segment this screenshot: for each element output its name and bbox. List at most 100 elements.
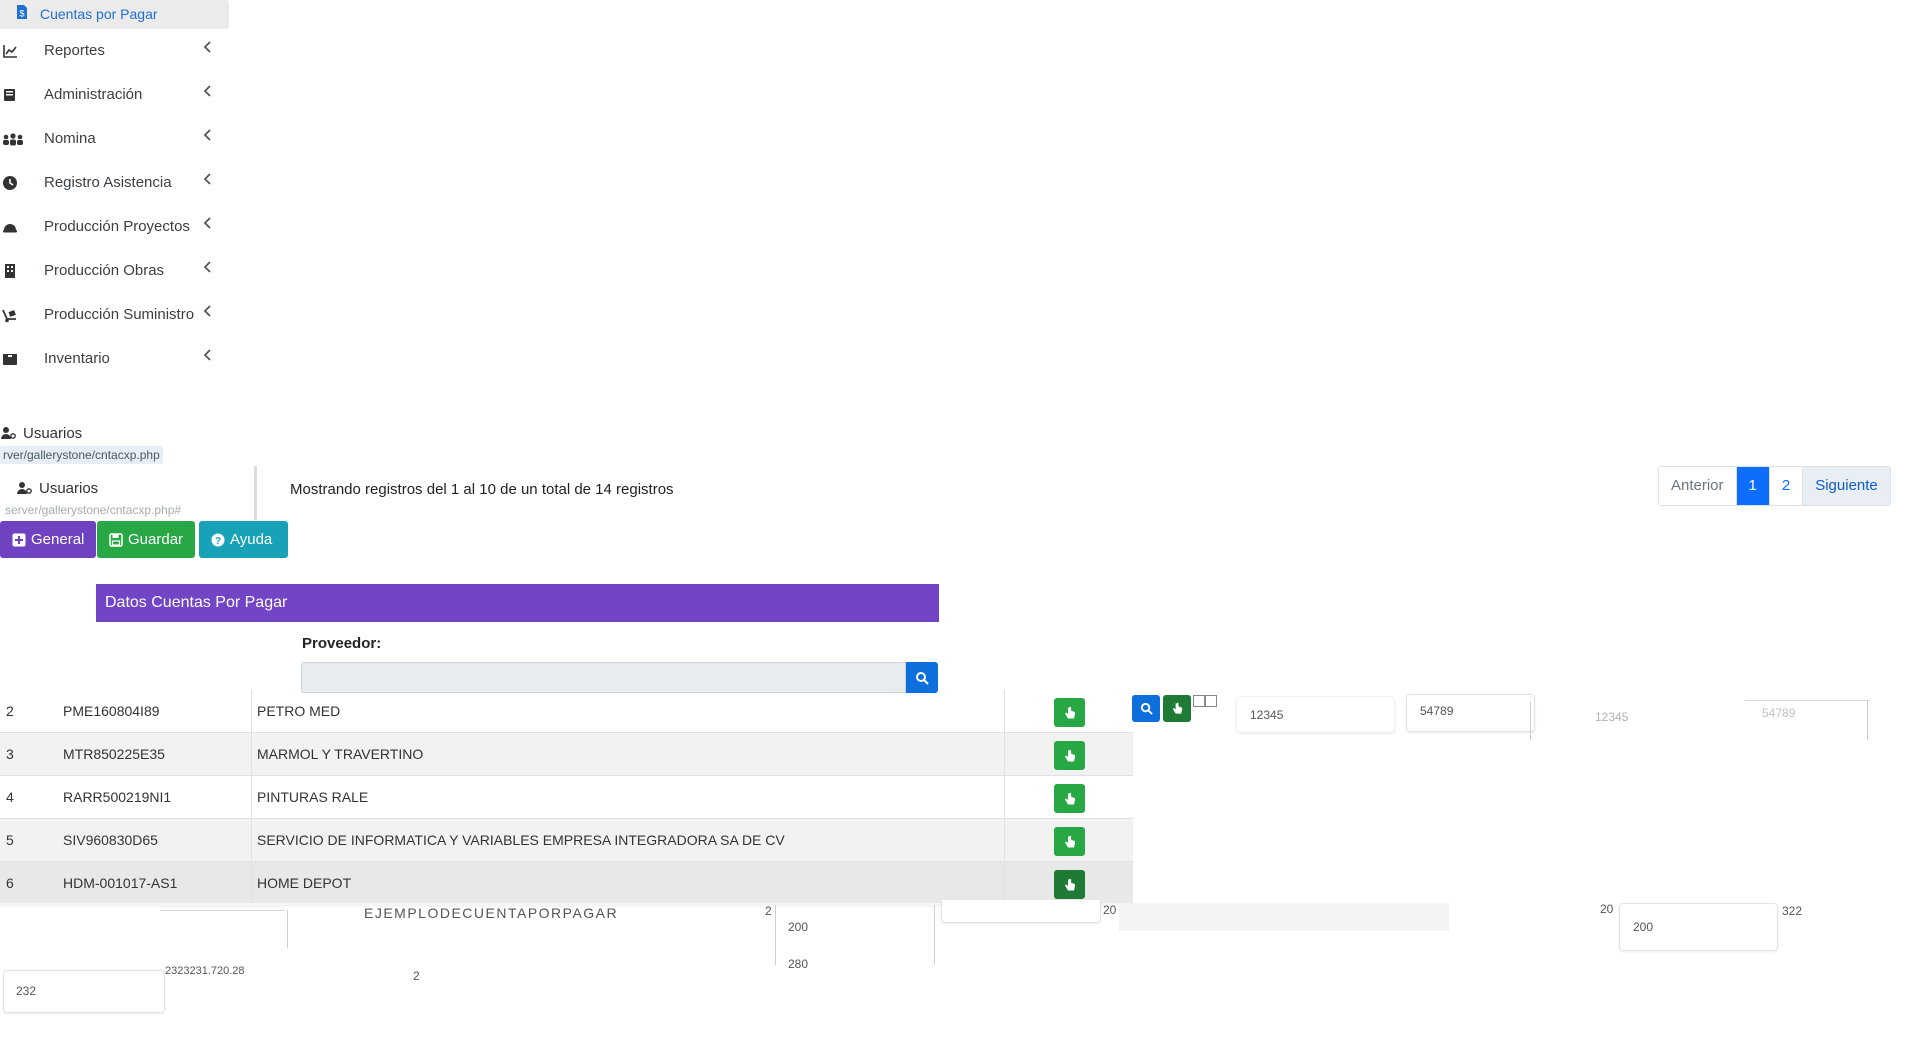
hard-hat-icon bbox=[2, 219, 18, 235]
table-row: 2 PME160804I89 PETRO MED bbox=[0, 690, 1133, 733]
table-row: 6 HDM-001017-AS1 HOME DEPOT bbox=[0, 862, 1133, 905]
search-button-overlay[interactable] bbox=[1132, 695, 1160, 722]
col-divider bbox=[1004, 733, 1005, 775]
cell-num: 5 bbox=[6, 832, 14, 848]
hand-pointer-icon bbox=[1064, 749, 1075, 761]
sidebar-item-label: Registro Asistencia bbox=[44, 174, 172, 191]
box-icon bbox=[2, 351, 18, 367]
table-row: 5 SIV960830D65 SERVICIO DE INFORMATICA Y… bbox=[0, 819, 1133, 862]
sidebar-item-produccion-suministro[interactable]: Producción Suministro bbox=[0, 295, 229, 335]
concepto-value: EJEMPLODECUENTAPORPAGAR bbox=[364, 905, 619, 921]
sidebar-item-produccion-proyectos[interactable]: Producción Proyectos bbox=[0, 207, 229, 247]
divider bbox=[775, 905, 776, 965]
sidebar-item-inventario[interactable]: Inventario bbox=[0, 339, 229, 379]
field-box bbox=[941, 900, 1101, 923]
divider bbox=[287, 910, 288, 948]
sidebar-item-produccion-obras[interactable]: Producción Obras bbox=[0, 251, 229, 291]
chevron-left-icon bbox=[201, 216, 215, 230]
cell-rfc: RARR500219NI1 bbox=[63, 789, 172, 805]
user-cog-icon bbox=[0, 425, 16, 441]
proveedores-table: 2 PME160804I89 PETRO MED 3 MTR850225E35 … bbox=[0, 690, 1133, 905]
sidebar-item-label: Producción Proyectos bbox=[44, 218, 190, 235]
select-button[interactable] bbox=[1054, 827, 1085, 856]
proveedor-label: Proveedor: bbox=[302, 635, 382, 652]
users-icon bbox=[2, 131, 24, 147]
usuarios-label: Usuarios bbox=[23, 425, 83, 442]
user-cog-icon bbox=[16, 480, 32, 496]
col-divider bbox=[1004, 690, 1005, 732]
field-value: 54789 bbox=[1420, 704, 1454, 718]
select-button[interactable] bbox=[1054, 784, 1085, 813]
ayuda-button[interactable]: ? Ayuda bbox=[199, 521, 288, 558]
field-value: 200 bbox=[1633, 920, 1654, 934]
select-button[interactable] bbox=[1054, 870, 1085, 899]
hand-pointer-icon bbox=[1064, 835, 1075, 847]
checkbox[interactable] bbox=[1205, 695, 1217, 707]
sidebar-item-label: Cuentas por Pagar bbox=[40, 6, 158, 22]
hand-pointer-icon bbox=[1172, 702, 1182, 714]
table-row: 3 MTR850225E35 MARMOL Y TRAVERTINO bbox=[0, 733, 1133, 776]
chevron-left-icon bbox=[201, 84, 215, 98]
general-label: General bbox=[31, 531, 85, 548]
proveedor-input[interactable] bbox=[301, 662, 906, 693]
usuarios-label: Usuarios bbox=[39, 480, 99, 497]
field-value: 280 bbox=[788, 957, 809, 971]
table-row: 4 RARR500219NI1 PINTURAS RALE bbox=[0, 776, 1133, 819]
guardar-button[interactable]: Guardar bbox=[97, 521, 195, 558]
select-button[interactable] bbox=[1054, 698, 1085, 727]
cell-rfc: PME160804I89 bbox=[63, 703, 160, 719]
svg-text:?: ? bbox=[215, 536, 221, 547]
clock-icon bbox=[2, 175, 18, 191]
building-icon bbox=[2, 263, 18, 279]
chart-line-icon bbox=[2, 43, 18, 59]
url-tooltip-faint: server/gallerystone/cntacxp.php# bbox=[5, 503, 182, 517]
sidebar-item-cuentas-por-pagar[interactable]: $ Cuentas por Pagar bbox=[0, 0, 229, 29]
prev-page-button[interactable]: Anterior bbox=[1659, 467, 1737, 505]
sidebar-item-reportes[interactable]: Reportes bbox=[0, 31, 229, 71]
svg-text:$: $ bbox=[19, 9, 24, 19]
col-divider bbox=[251, 733, 252, 775]
question-circle-icon: ? bbox=[211, 533, 225, 547]
col-divider bbox=[251, 819, 252, 861]
sidebar-item-registro-asistencia[interactable]: Registro Asistencia bbox=[0, 163, 229, 203]
next-page-button[interactable]: Siguiente bbox=[1803, 467, 1890, 505]
sidebar-item-nomina[interactable]: Nomina bbox=[0, 119, 229, 159]
divider bbox=[160, 910, 285, 911]
divider bbox=[1530, 702, 1531, 740]
select-button[interactable] bbox=[1054, 741, 1085, 770]
url-tooltip: rver/gallerystone/cntacxp.php bbox=[0, 446, 163, 464]
cell-rfc: MTR850225E35 bbox=[63, 746, 165, 762]
proveedor-search-button[interactable] bbox=[906, 662, 938, 693]
cell-name: HOME DEPOT bbox=[257, 875, 352, 891]
sidebar-item-label: Producción Obras bbox=[44, 262, 165, 279]
sidebar-item-label: Administración bbox=[44, 86, 143, 103]
col-divider bbox=[1004, 776, 1005, 818]
guardar-label: Guardar bbox=[128, 531, 184, 548]
chevron-left-icon bbox=[201, 128, 215, 142]
checkbox[interactable] bbox=[1193, 695, 1205, 707]
field-value: 20 bbox=[1600, 902, 1614, 916]
cell-rfc: SIV960830D65 bbox=[63, 832, 158, 848]
cell-name: SERVICIO DE INFORMATICA Y VARIABLES EMPR… bbox=[257, 832, 785, 848]
card-title: Datos Cuentas Por Pagar bbox=[96, 584, 939, 622]
hand-pointer-icon bbox=[1064, 792, 1075, 804]
field-value: 12345 bbox=[1250, 708, 1284, 722]
cell-name: PETRO MED bbox=[257, 703, 341, 719]
chevron-left-icon bbox=[201, 172, 215, 186]
col-divider bbox=[1004, 862, 1005, 904]
page-1-button[interactable]: 1 bbox=[1736, 467, 1770, 505]
general-button[interactable]: General bbox=[0, 521, 96, 558]
col-divider bbox=[251, 862, 252, 904]
sidebar-item-administracion[interactable]: Administración bbox=[0, 75, 229, 115]
file-dollar-icon: $ bbox=[14, 4, 30, 20]
divider bbox=[1745, 700, 1870, 701]
field-value: 200 bbox=[788, 920, 809, 934]
page-2-button[interactable]: 2 bbox=[1769, 467, 1804, 505]
field-value: 20 bbox=[1103, 903, 1117, 917]
field-value: 2323231.720.28 bbox=[165, 965, 245, 977]
chevron-left-icon bbox=[201, 260, 215, 274]
cell-rfc: HDM-001017-AS1 bbox=[63, 875, 178, 891]
records-info: Mostrando registros del 1 al 10 de un to… bbox=[290, 481, 674, 498]
cell-name: PINTURAS RALE bbox=[257, 789, 369, 805]
select-button-overlay[interactable] bbox=[1163, 695, 1191, 722]
